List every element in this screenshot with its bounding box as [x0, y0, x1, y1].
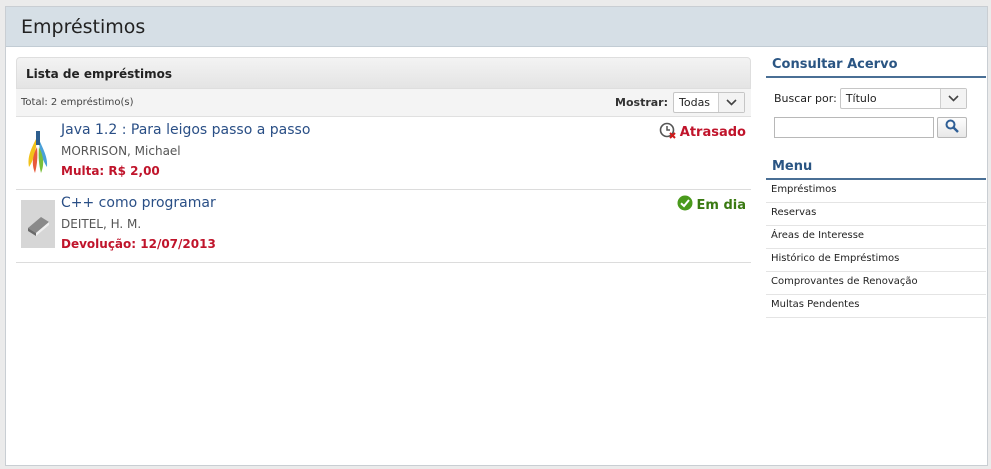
menu-item-comprovantes[interactable]: Comprovantes de Renovação — [766, 272, 986, 295]
search-row — [766, 109, 986, 138]
buscar-select-value: Título — [845, 92, 877, 105]
filter-label: Mostrar: — [615, 96, 668, 109]
menu-item-reservas[interactable]: Reservas — [766, 203, 986, 226]
magnifier-icon — [945, 118, 959, 137]
chevron-down-icon[interactable] — [718, 93, 744, 112]
page-title: Empréstimos — [21, 16, 146, 38]
chevron-down-icon[interactable] — [939, 89, 966, 108]
filter-select-value: Todas — [679, 96, 711, 109]
loan-title[interactable]: Java 1.2 : Para leigos passo a passo — [61, 122, 310, 138]
loan-item: Java 1.2 : Para leigos passo a passo MOR… — [16, 117, 751, 190]
loans-panel: Lista de empréstimos Total: 2 empréstimo… — [16, 57, 751, 263]
menu-item-emprestimos[interactable]: Empréstimos — [766, 180, 986, 203]
loan-author: DEITEL, H. M. — [61, 217, 142, 231]
loan-item: C++ como programar DEITEL, H. M. Devoluç… — [16, 190, 751, 263]
book-cover-logo — [21, 127, 55, 175]
main-window: Empréstimos Lista de empréstimos Total: … — [5, 6, 988, 466]
status-badge: Em dia — [677, 195, 747, 215]
buscar-row: Buscar por: Título — [766, 78, 986, 109]
clock-overdue-icon — [659, 122, 676, 143]
panel-heading: Lista de empréstimos — [16, 57, 751, 89]
loan-return-date: Devolução: 12/07/2013 — [61, 237, 216, 251]
check-circle-icon — [677, 195, 693, 215]
page-header: Empréstimos — [6, 7, 987, 47]
search-input[interactable] — [774, 117, 934, 138]
status-badge: Atrasado — [659, 122, 746, 143]
loan-fine: Multa: R$ 2,00 — [61, 164, 160, 178]
status-label: Em dia — [696, 197, 747, 213]
total-count: Total: 2 empréstimo(s) — [21, 97, 134, 108]
menu-item-multas[interactable]: Multas Pendentes — [766, 295, 986, 318]
sidebar: Consultar Acervo Buscar por: Título Menu… — [766, 57, 986, 318]
search-button[interactable] — [937, 117, 967, 138]
buscar-label: Buscar por: — [774, 92, 837, 105]
menu-item-historico[interactable]: Histórico de Empréstimos — [766, 249, 986, 272]
loan-author: MORRISON, Michael — [61, 144, 181, 158]
loan-title[interactable]: C++ como programar — [61, 195, 216, 211]
buscar-select[interactable]: Título — [839, 88, 967, 109]
book-placeholder-icon — [21, 200, 55, 248]
sidebar-menu: Empréstimos Reservas Áreas de Interesse … — [766, 180, 986, 318]
status-label: Atrasado — [679, 125, 746, 140]
consultar-title: Consultar Acervo — [766, 57, 986, 78]
panel-toolbar: Total: 2 empréstimo(s) Mostrar: Todas — [16, 89, 751, 117]
filter-select[interactable]: Todas — [673, 92, 745, 113]
menu-title: Menu — [766, 159, 986, 180]
menu-item-areas-de-interesse[interactable]: Áreas de Interesse — [766, 226, 986, 249]
